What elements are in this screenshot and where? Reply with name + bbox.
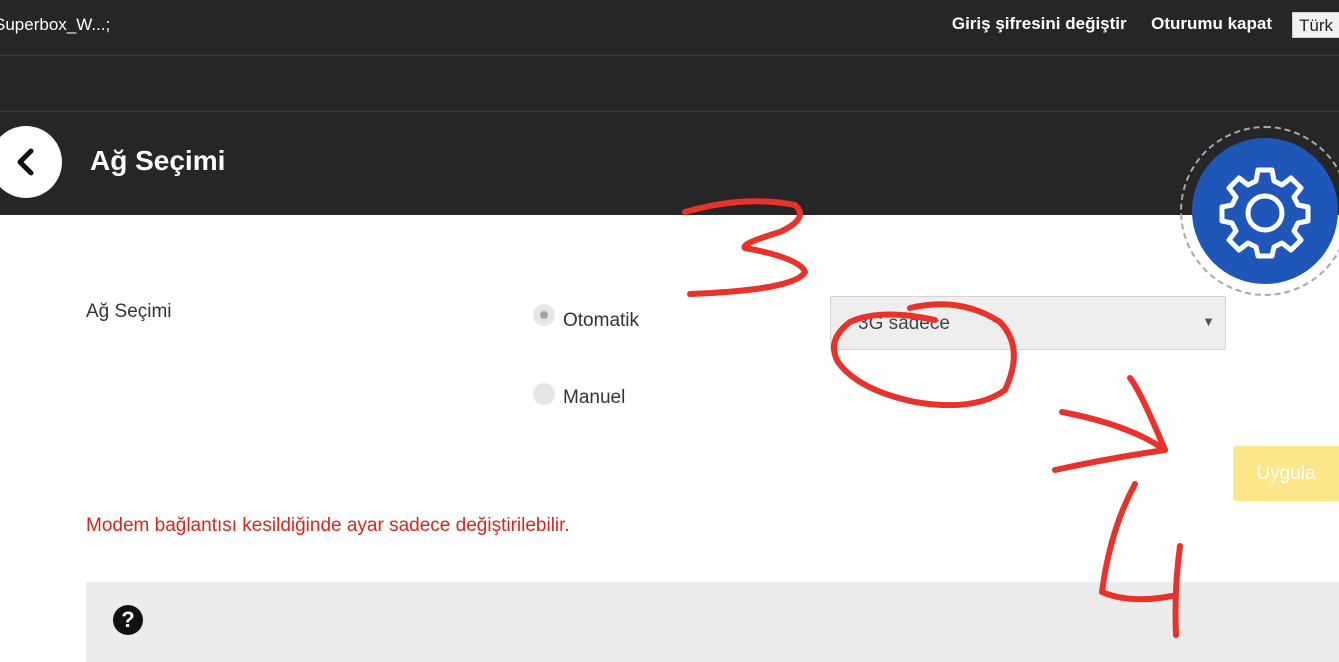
network-mode-value: 3G sadece xyxy=(858,313,950,334)
page-title: Ağ Seçimi xyxy=(90,145,226,176)
help-icon[interactable]: ? xyxy=(113,605,143,635)
annotation-number-3 xyxy=(682,198,808,297)
radio-automatic[interactable] xyxy=(533,304,555,326)
language-select[interactable]: Türk xyxy=(1292,12,1339,38)
nav-bar xyxy=(0,56,1339,112)
annotation-arrow-head xyxy=(1059,375,1168,453)
top-bar: Superbox_W...; Giriş şifresini değiştir … xyxy=(0,0,1339,56)
device-name: Superbox_W...; xyxy=(0,15,111,34)
top-links: Giriş şifresini değiştir Oturumu kapat xyxy=(932,14,1272,34)
radio-selected-dot xyxy=(540,311,548,319)
radio-manual[interactable] xyxy=(533,383,555,405)
apply-button[interactable]: Uygula xyxy=(1233,446,1339,501)
network-mode-select[interactable]: 3G sadece ▼ xyxy=(830,296,1226,350)
annotation-arrow-shaft xyxy=(1052,447,1168,473)
network-selection-label: Ağ Seçimi xyxy=(86,301,172,322)
gear-icon xyxy=(1219,167,1311,259)
chevron-left-icon xyxy=(17,148,34,176)
settings-button[interactable] xyxy=(1192,138,1338,284)
dropdown-arrow-icon: ▼ xyxy=(1202,314,1215,329)
change-password-link[interactable]: Giriş şifresini değiştir xyxy=(952,14,1127,34)
logout-link[interactable]: Oturumu kapat xyxy=(1151,14,1272,34)
help-panel: ? xyxy=(86,582,1339,662)
radio-automatic-label[interactable]: Otomatik xyxy=(563,310,639,332)
radio-manual-label[interactable]: Manuel xyxy=(563,387,625,409)
warning-message: Modem bağlantısı kesildiğinde ayar sadec… xyxy=(86,515,570,536)
